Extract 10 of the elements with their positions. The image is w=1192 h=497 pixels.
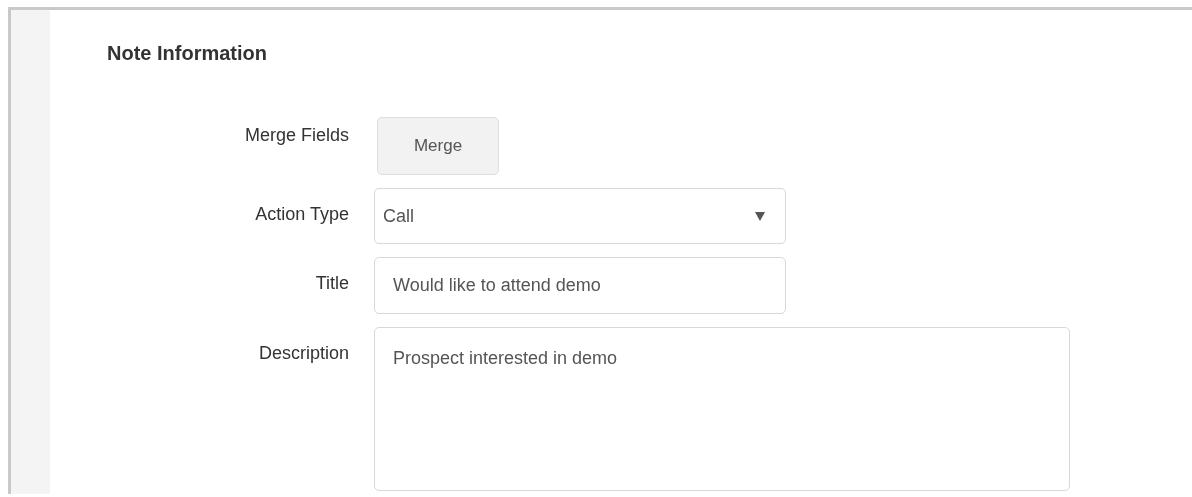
field-label: Title — [315, 272, 349, 295]
field-label: Description — [258, 342, 349, 365]
input-field[interactable]: Would like to attend demo — [374, 257, 786, 314]
textarea-field[interactable]: Prospect interested in demo — [374, 327, 1070, 491]
caret-icon — [755, 211, 765, 221]
field-label: Action Type — [255, 203, 349, 226]
field-label: Merge Fields — [244, 124, 349, 147]
dropdown-field[interactable]: Call — [374, 188, 786, 244]
section-title: Note Information — [107, 41, 268, 66]
merge-button[interactable]: Merge — [377, 117, 499, 175]
